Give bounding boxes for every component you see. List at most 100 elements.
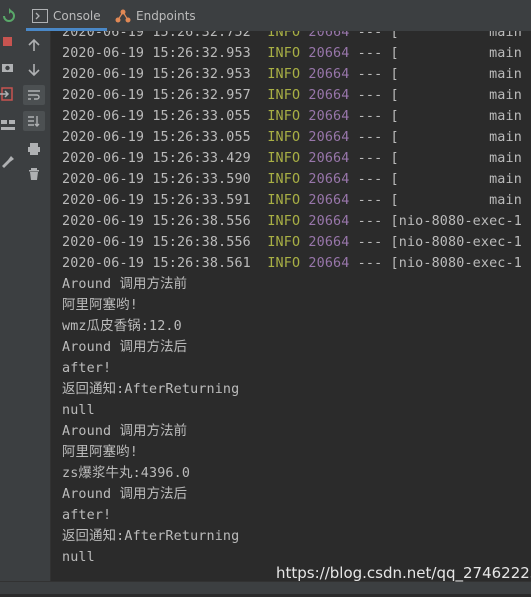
log-pid: 20664 <box>308 214 350 229</box>
log-line: 2020-06-19 15:26:38.556 INFO 20664 --- [… <box>62 211 531 232</box>
output-line: Around 调用方法前 <box>62 277 188 292</box>
log-thread: [ main] <box>390 109 531 124</box>
log-separator: --- <box>357 109 383 124</box>
tab-console-label: Console <box>53 8 101 23</box>
output-line: null <box>62 403 95 418</box>
rerun-icon[interactable] <box>3 8 15 22</box>
log-separator: --- <box>357 235 383 250</box>
left-strip-icons <box>0 8 15 168</box>
log-level: INFO <box>267 109 301 124</box>
run-window-left-strip <box>0 0 19 593</box>
log-timestamp: 2020-06-19 15:26:33.055 <box>62 130 251 145</box>
output-line: 阿里阿塞哟! <box>62 445 138 460</box>
log-line: 2020-06-19 15:26:32.752 INFO 20664 --- [… <box>62 31 531 43</box>
log-timestamp: 2020-06-19 15:26:33.055 <box>62 109 251 124</box>
output-line: 返回通知:AfterReturning <box>62 382 240 397</box>
output-line: wmz瓜皮香锅:12.0 <box>62 319 182 334</box>
log-timestamp: 2020-06-19 15:26:32.957 <box>62 88 251 103</box>
log-level: INFO <box>267 214 301 229</box>
log-timestamp: 2020-06-19 15:26:38.556 <box>62 235 251 250</box>
log-timestamp: 2020-06-19 15:26:32.953 <box>62 67 251 82</box>
log-line: 2020-06-19 15:26:32.953 INFO 20664 --- [… <box>62 43 531 64</box>
log-level: INFO <box>267 193 301 208</box>
log-pid: 20664 <box>308 88 350 103</box>
log-timestamp: 2020-06-19 15:26:33.429 <box>62 151 251 166</box>
log-level: INFO <box>267 88 301 103</box>
log-level: INFO <box>267 172 301 187</box>
scroll-to-end-icon[interactable] <box>23 111 45 131</box>
log-level: INFO <box>267 151 301 166</box>
log-pid: 20664 <box>308 151 350 166</box>
log-line: 2020-06-19 15:26:38.556 INFO 20664 --- [… <box>62 232 531 253</box>
log-thread: [nio-8080-exec-1] <box>390 235 531 250</box>
log-level: INFO <box>267 256 301 271</box>
scroll-up-arrow-icon[interactable] <box>23 35 45 55</box>
watermark: https://blog.csdn.net/qq_27462223 <box>276 564 531 582</box>
soft-wrap-icon[interactable] <box>23 85 45 105</box>
log-thread: [ main] <box>390 46 531 61</box>
tool-window-tabbar: Console Endpoints <box>18 0 531 32</box>
log-level: INFO <box>267 31 301 40</box>
print-icon[interactable] <box>23 139 45 159</box>
log-separator: --- <box>357 151 383 166</box>
layout-icon[interactable] <box>1 120 15 130</box>
scroll-down-arrow-icon[interactable] <box>23 60 45 80</box>
tab-endpoints-label: Endpoints <box>136 8 196 23</box>
console-lines: 2020-06-19 15:26:32.752 INFO 20664 --- [… <box>62 31 531 568</box>
stop-icon[interactable] <box>3 37 12 46</box>
log-thread: [ main] <box>390 67 531 82</box>
vertical-scrollbar[interactable] <box>521 31 531 581</box>
log-thread: [ main] <box>390 130 531 145</box>
log-thread: [ main] <box>390 151 531 166</box>
log-timestamp: 2020-06-19 15:26:32.752 <box>62 31 251 40</box>
log-level: INFO <box>267 67 301 82</box>
log-thread: [nio-8080-exec-1] <box>390 214 531 229</box>
log-line: 2020-06-19 15:26:33.055 INFO 20664 --- [… <box>62 127 531 148</box>
log-line: 2020-06-19 15:26:33.590 INFO 20664 --- [… <box>62 169 531 190</box>
output-line: Around 调用方法后 <box>62 487 188 502</box>
output-line: after! <box>62 508 112 523</box>
output-line: after! <box>62 361 112 376</box>
log-separator: --- <box>357 46 383 61</box>
log-thread: [ main] <box>390 88 531 103</box>
log-timestamp: 2020-06-19 15:26:32.953 <box>62 46 251 61</box>
log-pid: 20664 <box>308 109 350 124</box>
log-separator: --- <box>357 67 383 82</box>
output-line: Around 调用方法前 <box>62 424 188 439</box>
log-timestamp: 2020-06-19 15:26:38.556 <box>62 214 251 229</box>
bottom-status-bar <box>0 581 531 594</box>
log-pid: 20664 <box>308 172 350 187</box>
pin-icon[interactable] <box>2 156 14 168</box>
log-separator: --- <box>357 31 383 40</box>
log-line: 2020-06-19 15:26:33.591 INFO 20664 --- [… <box>62 190 531 211</box>
log-line: 2020-06-19 15:26:33.429 INFO 20664 --- [… <box>62 148 531 169</box>
camera-icon[interactable] <box>2 64 13 72</box>
output-line: zs爆浆牛丸:4396.0 <box>62 466 191 481</box>
log-separator: --- <box>357 256 383 271</box>
log-separator: --- <box>357 88 383 103</box>
clear-all-icon[interactable] <box>23 164 45 184</box>
endpoints-icon <box>115 9 131 22</box>
log-separator: --- <box>357 172 383 187</box>
log-separator: --- <box>357 193 383 208</box>
log-line: 2020-06-19 15:26:32.953 INFO 20664 --- [… <box>62 64 531 85</box>
log-line: 2020-06-19 15:26:33.055 INFO 20664 --- [… <box>62 106 531 127</box>
log-pid: 20664 <box>308 235 350 250</box>
log-thread: [ main] <box>390 193 531 208</box>
console-toolbar <box>18 31 51 581</box>
log-thread: [ main] <box>390 172 531 187</box>
output-line: Around 调用方法后 <box>62 340 188 355</box>
output-line: 阿里阿塞哟! <box>62 298 138 313</box>
output-line: 返回通知:AfterReturning <box>62 529 240 544</box>
log-pid: 20664 <box>308 193 350 208</box>
log-separator: --- <box>357 214 383 229</box>
log-pid: 20664 <box>308 46 350 61</box>
tab-endpoints[interactable]: Endpoints <box>115 0 196 31</box>
log-pid: 20664 <box>308 256 350 271</box>
log-level: INFO <box>267 235 301 250</box>
log-timestamp: 2020-06-19 15:26:33.590 <box>62 172 251 187</box>
exit-icon[interactable] <box>0 87 13 101</box>
console-output[interactable]: 2020-06-19 15:26:32.752 INFO 20664 --- [… <box>51 31 531 581</box>
tab-console[interactable]: Console <box>26 0 107 31</box>
log-pid: 20664 <box>308 67 350 82</box>
